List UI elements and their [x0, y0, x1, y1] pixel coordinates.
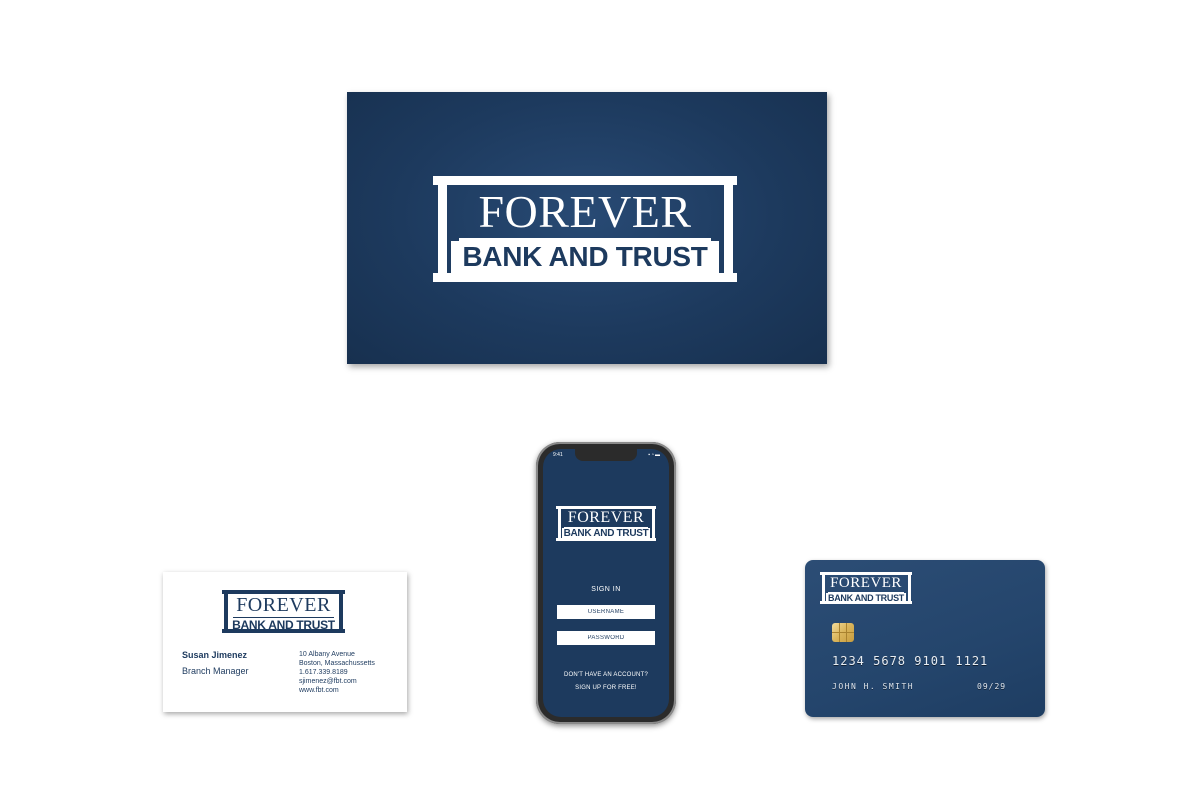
logo-wordmark-top: FOREVER [567, 509, 645, 526]
card-logo: FOREVER BANK AND TRUST [820, 572, 912, 604]
phone-mockup: 9:41 ▪◔▬ FOREVER BANK AND TRUST SIGN IN … [536, 442, 676, 724]
contact-name: Susan Jimenez [182, 650, 248, 660]
status-time: 9:41 [553, 452, 563, 458]
credit-card: FOREVER BANK AND TRUST 1234 5678 9101 11… [805, 560, 1045, 717]
app-logo: FOREVER BANK AND TRUST [556, 506, 656, 541]
card-number: 1234 5678 9101 1121 [832, 654, 989, 668]
logo-pillar-left [433, 176, 451, 282]
business-card-logo: FOREVER BANK AND TRUST [222, 590, 345, 633]
logo-pillar-right [650, 506, 656, 541]
battery-icon: ▬ [655, 452, 661, 458]
logo-pillar-left [222, 590, 230, 633]
logo-frame: FOREVER BANK AND TRUST [451, 176, 719, 282]
phone-screen: 9:41 ▪◔▬ FOREVER BANK AND TRUST SIGN IN … [543, 449, 669, 717]
logo-pillar-right [337, 590, 345, 633]
logo-frame: FOREVER BANK AND TRUST [826, 572, 906, 604]
chip-icon [832, 623, 854, 642]
brand-logo: FOREVER BANK AND TRUST [433, 176, 737, 282]
contact-email: sjimenez@fbt.com [299, 678, 357, 685]
logo-wordmark-bottom: BANK AND TRUST [232, 618, 335, 632]
brand-card-large: FOREVER BANK AND TRUST [347, 92, 827, 364]
logo-wordmark-bottom: BANK AND TRUST [563, 528, 649, 539]
address-line-1: 10 Albany Avenue [299, 651, 355, 658]
status-bar-icons: ▪◔▬ [648, 452, 661, 458]
signup-link[interactable]: SIGN UP FOR FREE! [543, 682, 669, 695]
logo-wordmark-top: FOREVER [830, 575, 902, 591]
business-card: FOREVER BANK AND TRUST Susan Jimenez Bra… [163, 572, 407, 712]
contact-title: Branch Manager [182, 666, 249, 676]
phone-notch [575, 449, 637, 461]
password-input[interactable] [557, 631, 655, 645]
contact-details: 10 Albany Avenue Boston, Massachussetts … [299, 650, 375, 695]
card-expiry: 09/29 [977, 682, 1007, 691]
no-account-text: DON'T HAVE AN ACCOUNT? [563, 672, 648, 678]
sign-in-heading: SIGN IN [591, 586, 621, 593]
logo-frame: FOREVER BANK AND TRUST [230, 590, 337, 633]
logo-wordmark-top: FOREVER [236, 594, 331, 616]
username-input[interactable] [557, 605, 655, 619]
address-line-2: Boston, Massachussetts [299, 660, 375, 667]
card-holder-name: JOHN H. SMITH [832, 682, 915, 691]
contact-website: www.fbt.com [299, 687, 339, 694]
logo-wordmark-bottom: BANK AND TRUST [828, 593, 904, 603]
contact-phone: 1.617.339.8189 [299, 669, 348, 676]
logo-wordmark-bottom: BANK AND TRUST [462, 241, 708, 272]
logo-pillar-right [906, 572, 912, 604]
logo-frame: FOREVER BANK AND TRUST [562, 506, 650, 541]
logo-pillar-right [719, 176, 737, 282]
signup-prompt: DON'T HAVE AN ACCOUNT? SIGN UP FOR FREE! [543, 669, 669, 695]
logo-wordmark-top: FOREVER [478, 186, 692, 237]
